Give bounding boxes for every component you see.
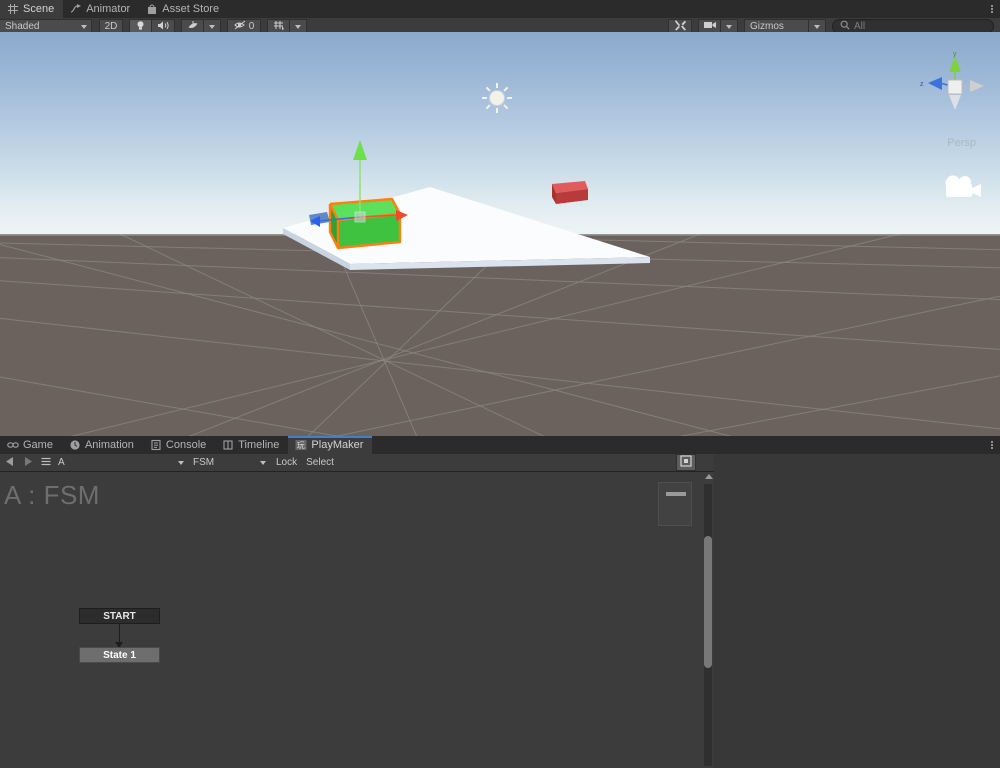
navigate-forward-button[interactable] (18, 455, 36, 471)
node-label: START (103, 610, 136, 622)
chevron-down-icon (814, 24, 820, 29)
node-label: State 1 (103, 649, 136, 661)
arrow-left-icon (5, 456, 14, 469)
fsm-graph-title: A : FSM (4, 480, 100, 510)
projection-mode-label[interactable]: Persp (947, 137, 976, 149)
chevron-down-icon (81, 24, 87, 29)
arrow-right-icon (24, 456, 32, 469)
tab-animation[interactable]: Animation (62, 436, 143, 454)
camera-icon (940, 172, 984, 202)
bottom-dock: Game Animation Console Timeline 玩 PlayMa… (0, 436, 1000, 768)
tab-label: Scene (23, 3, 55, 15)
gamepad-icon (7, 439, 19, 451)
scene-panel-options-button[interactable] (984, 0, 1000, 18)
bottom-panel-options-button[interactable] (984, 436, 1000, 454)
chevron-down-icon (178, 460, 184, 465)
clock-icon (69, 439, 81, 451)
hidden-count-label: 0 (248, 21, 255, 32)
tab-console[interactable]: Console (143, 436, 215, 454)
directional-light-icon (481, 82, 513, 114)
two-d-label: 2D (104, 21, 118, 32)
game-object-dropdown[interactable]: A (54, 455, 189, 471)
tab-animator[interactable]: Animator (63, 0, 139, 18)
tab-scene[interactable]: Scene (0, 0, 64, 18)
chevron-down-icon (295, 24, 301, 29)
animator-icon (70, 3, 82, 15)
tab-game[interactable]: Game (0, 436, 62, 454)
timeline-icon (222, 439, 234, 451)
gizmos-label: Gizmos (750, 21, 784, 32)
frame-selected-button[interactable] (676, 454, 696, 471)
playmaker-menu-button[interactable] (36, 455, 54, 471)
fsm-graph-canvas[interactable]: A : FSM START State 1 (0, 472, 714, 768)
navigate-back-button[interactable] (0, 455, 18, 471)
select-button[interactable]: Select (301, 455, 338, 471)
fsm-label: FSM (193, 457, 215, 468)
select-label: Select (306, 457, 334, 468)
game-object-label: A (58, 457, 65, 468)
tab-label: Animator (86, 3, 131, 15)
svg-text:玩: 玩 (297, 441, 305, 450)
hamburger-menu-icon (41, 457, 51, 469)
scene-orientation-gizmo[interactable]: y z (918, 50, 992, 124)
tab-label: Asset Store (162, 3, 220, 15)
kebab-icon (991, 5, 993, 13)
chevron-down-icon (260, 460, 266, 465)
scene-viewport[interactable]: y z Persp (0, 32, 1000, 436)
svg-text:y: y (953, 51, 957, 58)
lock-label: Lock (276, 457, 298, 468)
tab-asset-store[interactable]: Asset Store (139, 0, 228, 18)
playmaker-icon: 玩 (295, 439, 307, 451)
tab-label: Timeline (238, 439, 280, 451)
graph-minimap[interactable] (658, 482, 692, 526)
tab-label: Console (165, 439, 207, 451)
grid-icon (7, 3, 19, 15)
frame-selected-icon (680, 455, 692, 470)
bottom-tabbar: Game Animation Console Timeline 玩 PlayMa… (0, 436, 1000, 454)
fsm-node-state-1[interactable]: State 1 (79, 647, 160, 663)
chevron-down-icon (209, 24, 215, 29)
unity-editor-window: Scene Animator Asset Store Shaded 2D 0 G… (0, 0, 1000, 768)
tab-label: PlayMaker (311, 439, 364, 451)
tab-label: Animation (84, 439, 134, 451)
svg-text:z: z (920, 81, 924, 88)
kebab-icon (991, 441, 993, 449)
scrollbar-thumb[interactable] (704, 536, 712, 668)
scroll-up-arrow-icon[interactable] (705, 474, 713, 479)
scene-tabbar: Scene Animator Asset Store (0, 0, 1000, 18)
console-icon (150, 439, 162, 451)
fsm-node-start[interactable]: START (79, 608, 160, 624)
tab-timeline[interactable]: Timeline (215, 436, 288, 454)
chevron-down-icon (726, 24, 732, 29)
search-placeholder: All (854, 21, 866, 32)
playmaker-toolbar: A FSM Lock Select (0, 454, 714, 472)
draw-mode-label: Shaded (5, 21, 40, 32)
store-icon (146, 3, 158, 15)
graph-vertical-scrollbar[interactable] (702, 472, 714, 768)
lock-button[interactable]: Lock (271, 455, 301, 471)
minimap-node-marker (666, 492, 686, 496)
tab-label: Game (23, 439, 53, 451)
fsm-dropdown[interactable]: FSM (189, 455, 271, 471)
tab-playmaker[interactable]: 玩 PlayMaker (288, 436, 373, 454)
